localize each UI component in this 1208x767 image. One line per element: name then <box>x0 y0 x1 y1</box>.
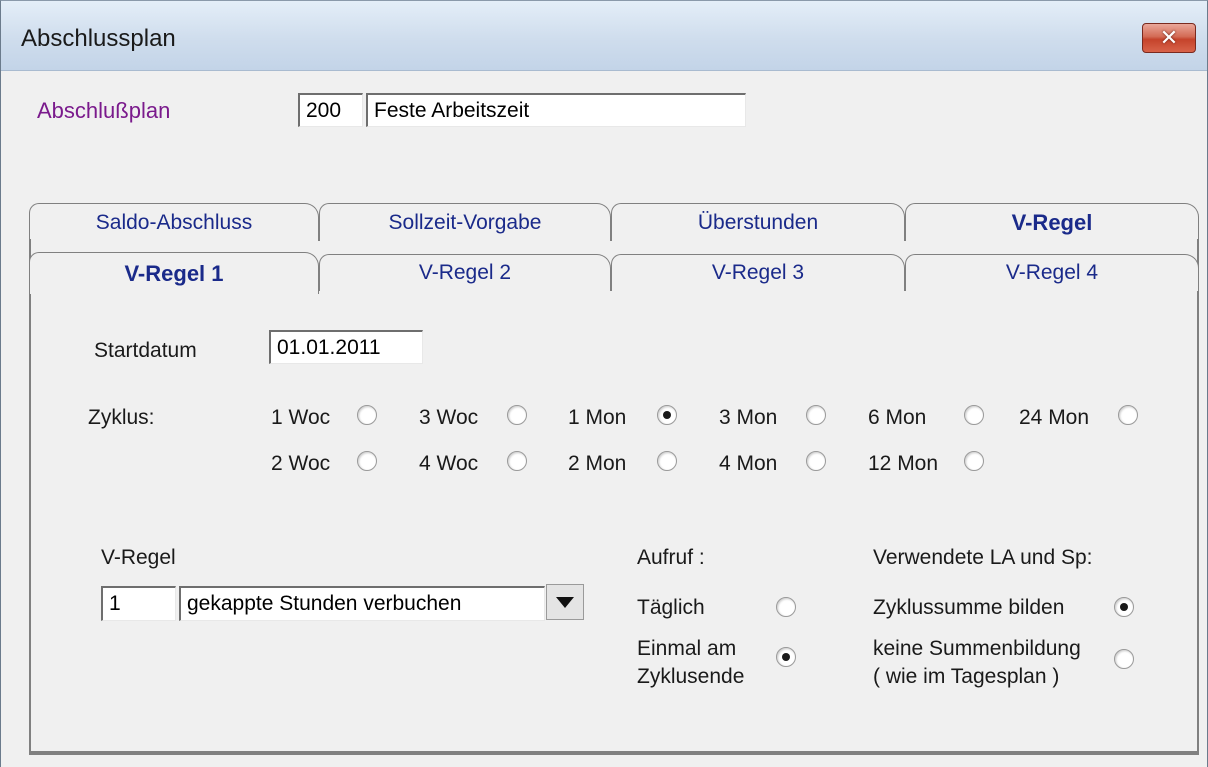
zyklus-option-label: 2 Mon <box>568 452 627 475</box>
tab-v-regel-4[interactable]: V-Regel 4 <box>905 254 1199 291</box>
zyklus-option-label: 1 Mon <box>568 406 627 429</box>
tab-saldo-abschluss[interactable]: Saldo-Abschluss <box>29 203 319 241</box>
tab-sollzeit-vorgabe[interactable]: Sollzeit-Vorgabe <box>319 203 611 241</box>
v-regel-dropdown-button[interactable] <box>546 584 584 620</box>
aufruf-daily-radio[interactable] <box>776 597 796 617</box>
zyklus-1-woc-radio[interactable] <box>357 405 377 425</box>
chevron-down-icon <box>556 596 574 608</box>
zyklus-4-mon-radio[interactable] <box>806 451 826 471</box>
verwendete-none-label-2: ( wie im Tagesplan ) <box>873 665 1060 688</box>
zyklus-12-mon-radio[interactable] <box>964 451 984 471</box>
verwendete-none-label: keine Summenbildung <box>873 637 1081 660</box>
v-regel-select[interactable]: gekappte Stunden verbuchen <box>179 586 545 621</box>
aufruf-end-label-2: Zyklusende <box>637 665 745 688</box>
verwendete-label: Verwendete LA und Sp: <box>873 546 1093 569</box>
aufruf-end-label: Einmal am <box>637 637 737 660</box>
plan-label: Abschlußplan <box>37 98 171 123</box>
verwendete-none-radio[interactable] <box>1114 649 1134 669</box>
close-icon: ✕ <box>1159 25 1179 51</box>
zyklus-6-mon-radio[interactable] <box>964 405 984 425</box>
zyklus-1-mon-radio[interactable] <box>657 405 677 425</box>
verwendete-sum-radio[interactable] <box>1114 597 1134 617</box>
title-bar[interactable]: Abschlussplan ✕ <box>1 1 1207 71</box>
zyklus-2-woc-radio[interactable] <box>357 451 377 471</box>
zyklus-4-woc-radio[interactable] <box>507 451 527 471</box>
close-button[interactable]: ✕ <box>1142 23 1196 53</box>
aufruf-label: Aufruf : <box>637 546 705 569</box>
zyklus-2-mon-radio[interactable] <box>657 451 677 471</box>
startdatum-field[interactable]: 01.01.2011 <box>269 330 423 364</box>
tab-v-regel-2[interactable]: V-Regel 2 <box>319 254 611 291</box>
tab-v-regel-1[interactable]: V-Regel 1 <box>29 252 319 294</box>
zyklus-3-woc-radio[interactable] <box>507 405 527 425</box>
zyklus-option-label: 4 Mon <box>719 452 778 475</box>
v-regel-number-field[interactable]: 1 <box>101 586 176 621</box>
startdatum-label: Startdatum <box>94 339 197 362</box>
zyklus-3-mon-radio[interactable] <box>806 405 826 425</box>
zyklus-option-label: 24 Mon <box>1019 406 1090 429</box>
tab-v-regel-3[interactable]: V-Regel 3 <box>611 254 905 291</box>
zyklus-label: Zyklus: <box>88 406 155 429</box>
zyklus-option-label: 2 Woc <box>271 452 331 475</box>
tab-ueberstunden[interactable]: Überstunden <box>611 203 905 241</box>
aufruf-daily-label: Täglich <box>637 596 705 619</box>
zyklus-option-label: 3 Woc <box>419 406 479 429</box>
dialog-window: Abschlussplan ✕ Abschlußplan 200 Feste A… <box>0 0 1208 767</box>
zyklus-option-label: 4 Woc <box>419 452 479 475</box>
window-title: Abschlussplan <box>21 25 176 52</box>
v-regel-label: V-Regel <box>101 546 176 569</box>
tab-v-regel[interactable]: V-Regel <box>905 203 1199 241</box>
zyklus-option-label: 6 Mon <box>868 406 927 429</box>
plan-number-field[interactable]: 200 <box>298 93 363 127</box>
plan-name-field[interactable]: Feste Arbeitszeit <box>366 93 746 127</box>
zyklus-option-label: 12 Mon <box>868 452 939 475</box>
zyklus-option-label: 1 Woc <box>271 406 331 429</box>
zyklus-option-label: 3 Mon <box>719 406 778 429</box>
zyklus-24-mon-radio[interactable] <box>1118 405 1138 425</box>
aufruf-end-radio[interactable] <box>776 647 796 667</box>
verwendete-sum-label: Zyklussumme bilden <box>873 596 1065 619</box>
